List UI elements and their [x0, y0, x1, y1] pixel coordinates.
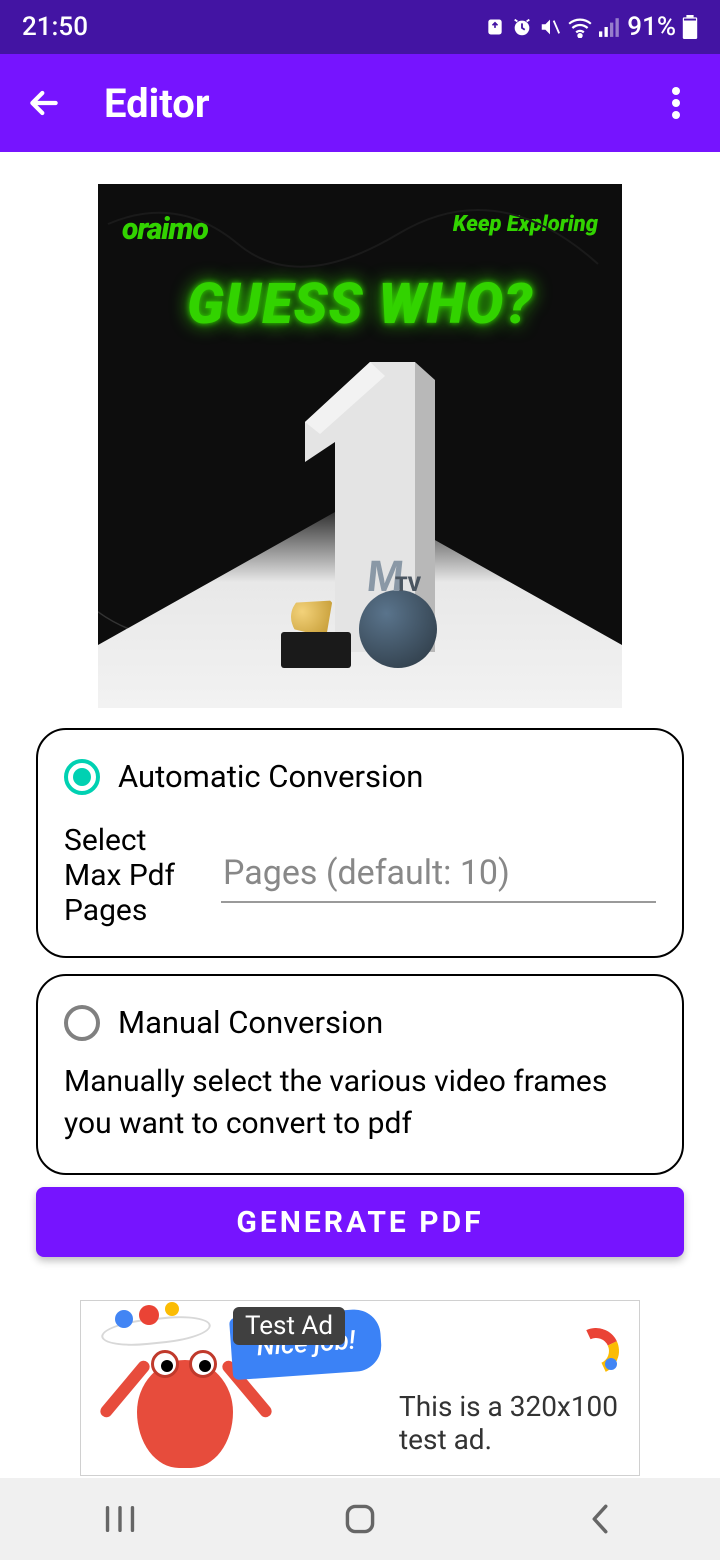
manual-conversion-card: Manual Conversion Manually select the va…: [36, 974, 684, 1175]
ad-text: This is a 320x100 test ad.: [399, 1390, 639, 1456]
more-vert-icon: [672, 87, 680, 119]
more-button[interactable]: [652, 79, 700, 127]
home-icon: [344, 1503, 376, 1535]
mtv-trophy-icon: MTV: [359, 548, 439, 668]
home-button[interactable]: [330, 1489, 390, 1549]
hero-tagline: Keep Exploring: [453, 212, 598, 247]
battery-icon: [682, 15, 698, 39]
arrow-left-icon: [24, 83, 64, 123]
grammy-trophy-icon: [281, 568, 351, 668]
admob-logo-icon: [573, 1328, 619, 1374]
back-button[interactable]: [20, 79, 68, 127]
system-nav-bar: [0, 1478, 720, 1560]
wifi-icon: [567, 16, 593, 38]
manual-conversion-label: Manual Conversion: [118, 1004, 383, 1041]
chevron-left-icon: [588, 1504, 612, 1534]
recents-button[interactable]: [90, 1489, 150, 1549]
mute-icon: [539, 16, 561, 38]
hero-image: oraimo Keep Exploring GUESS WHO? MTV: [98, 184, 622, 708]
recents-icon: [103, 1505, 137, 1533]
manual-conversion-description: Manually select the various video frames…: [64, 1061, 656, 1145]
ad-banner[interactable]: Nice job! Test Ad This is a 320x100 test…: [80, 1300, 640, 1476]
status-bar: 21:50 91%: [0, 0, 720, 54]
update-icon: [485, 17, 505, 37]
max-pages-label: Select Max Pdf Pages: [64, 823, 199, 928]
hero-brand: oraimo: [122, 212, 208, 247]
automatic-conversion-radio[interactable]: [64, 759, 100, 795]
app-bar: Editor: [0, 54, 720, 152]
alarm-icon: [511, 16, 533, 38]
hero-headline: GUESS WHO?: [98, 271, 622, 337]
ad-tag: Test Ad: [233, 1307, 345, 1345]
manual-conversion-radio[interactable]: [64, 1005, 100, 1041]
signal-icon: [599, 17, 621, 37]
automatic-conversion-label: Automatic Conversion: [118, 758, 423, 795]
clock: 21:50: [22, 12, 88, 42]
max-pages-input[interactable]: [221, 849, 656, 903]
page-title: Editor: [104, 80, 652, 127]
status-right: 91%: [485, 12, 698, 42]
automatic-conversion-card: Automatic Conversion Select Max Pdf Page…: [36, 728, 684, 958]
battery-text: 91%: [627, 12, 676, 42]
generate-pdf-button[interactable]: GENERATE PDF: [36, 1187, 684, 1257]
back-nav-button[interactable]: [570, 1489, 630, 1549]
